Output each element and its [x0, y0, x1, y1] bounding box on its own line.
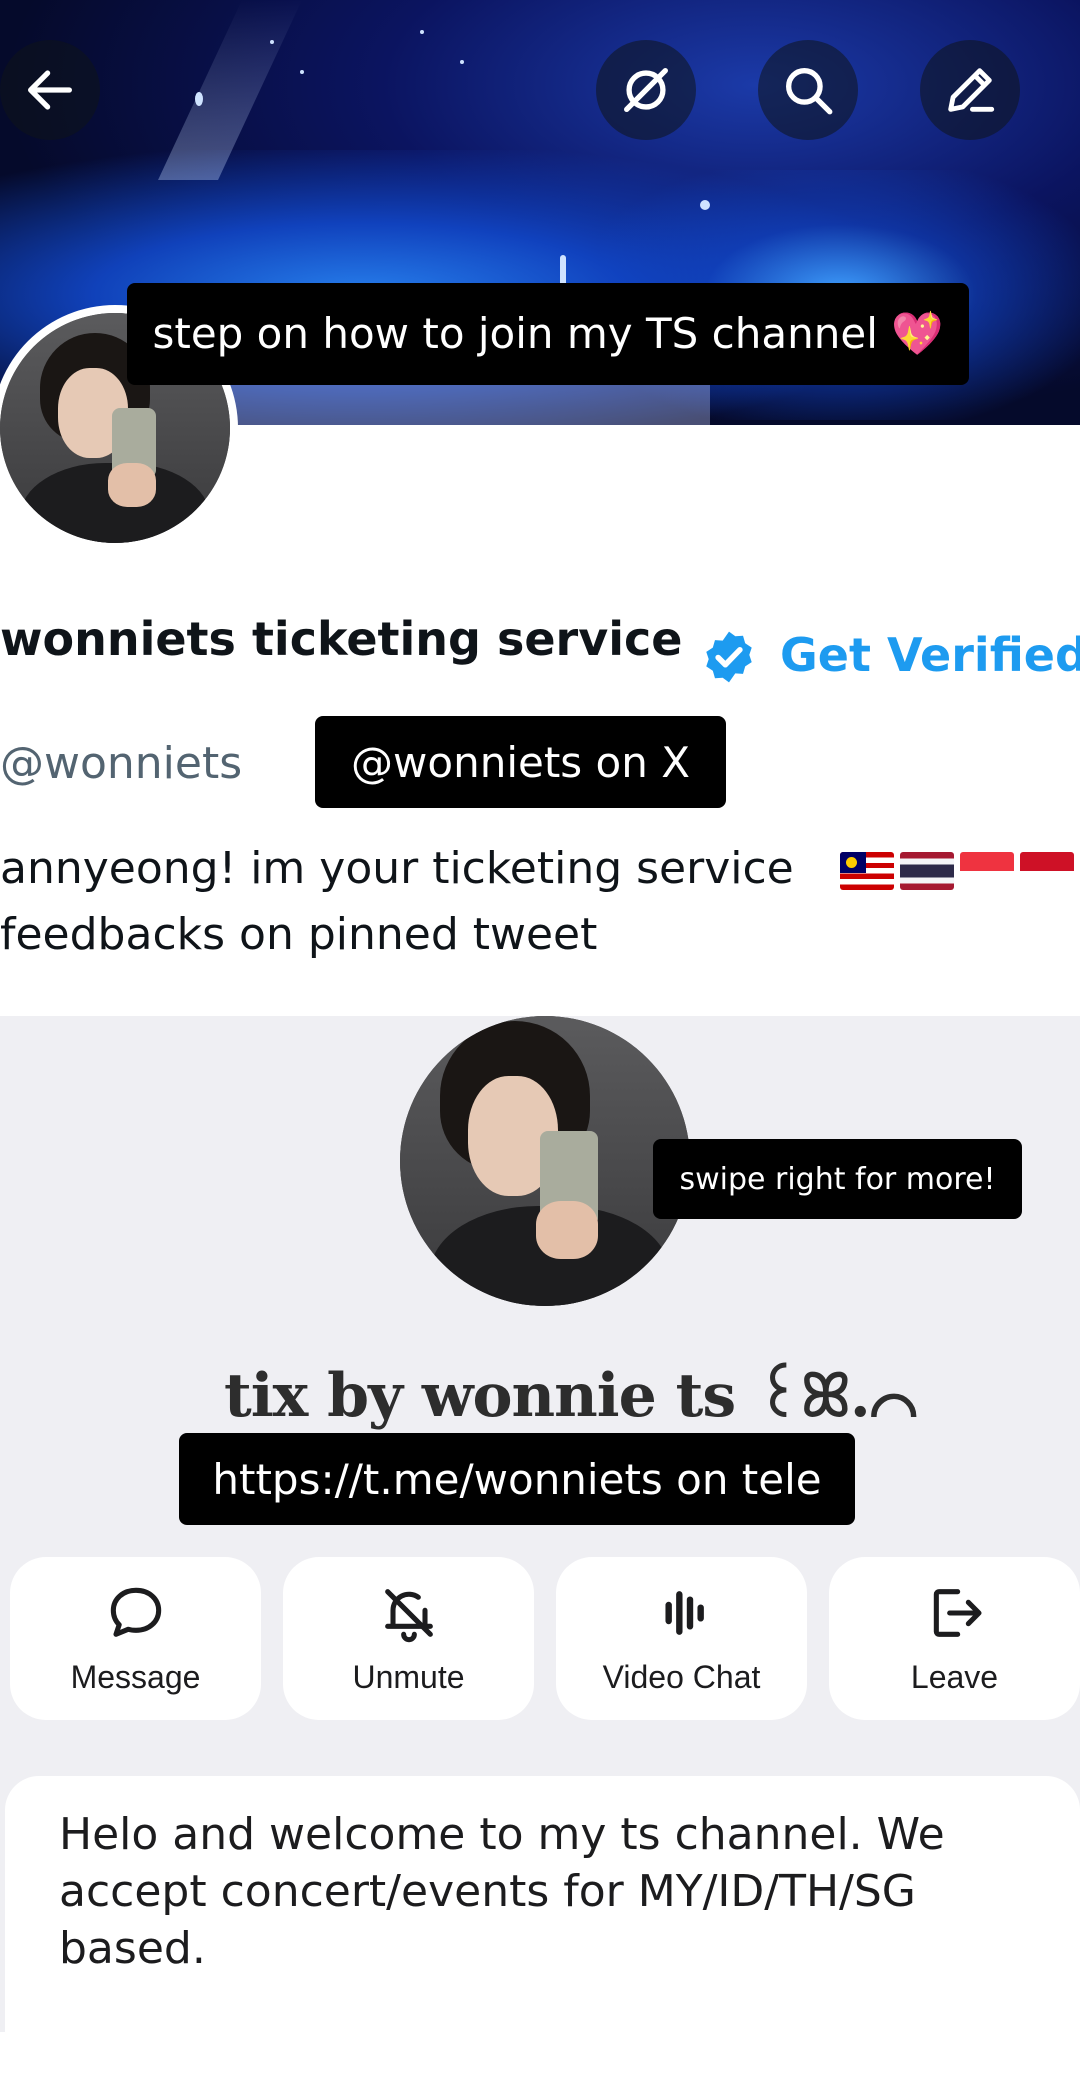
voice-bars-icon: [664, 1591, 704, 1635]
back-arrow-icon: [28, 70, 72, 110]
message-button[interactable]: Message: [10, 1557, 261, 1720]
search-button[interactable]: [758, 40, 858, 140]
channel-description: Helo and welcome to my ts channel. We ac…: [59, 1809, 945, 1974]
banner-light: [300, 70, 304, 74]
caption-overlay: swipe right for more!: [653, 1139, 1022, 1219]
banner-light: [420, 30, 424, 34]
bell-slash-icon: [384, 1589, 433, 1643]
grok-button[interactable]: [596, 40, 696, 140]
verified-badge-icon[interactable]: [700, 628, 758, 686]
caption-text: step on how to join my TS channel 💖: [152, 309, 944, 358]
edit-icon: [948, 68, 995, 112]
channel-avatar[interactable]: [400, 1016, 690, 1306]
bio-text-line2: feedbacks on pinned tweet: [0, 909, 598, 960]
leave-icon: [933, 1589, 982, 1637]
caption-overlay: @wonniets on X: [315, 716, 726, 808]
video-chat-button[interactable]: Video Chat: [556, 1557, 807, 1720]
video-chat-label: Video Chat: [602, 1659, 761, 1695]
channel-description-card: Helo and welcome to my ts channel. We ac…: [5, 1776, 1080, 2076]
thailand-flag-icon: [899, 852, 954, 890]
unmute-button[interactable]: Unmute: [283, 1557, 534, 1720]
get-verified-link[interactable]: Get Verified: [780, 628, 1080, 682]
profile-handle: @wonniets: [0, 738, 243, 789]
profile-bio: annyeong! im your ticketing service |: [0, 836, 1080, 902]
leave-button[interactable]: Leave: [829, 1557, 1080, 1720]
banner-light: [700, 200, 710, 210]
malaysia-flag-icon: [839, 852, 894, 890]
caption-text: swipe right for more!: [679, 1161, 996, 1197]
banner-light: [195, 92, 203, 106]
caption-text: https://t.me/wonniets on tele: [212, 1454, 822, 1504]
caption-overlay: step on how to join my TS channel 💖: [127, 283, 969, 385]
grok-icon: [624, 68, 668, 112]
back-button[interactable]: [0, 40, 100, 140]
message-bubble-icon: [110, 1587, 161, 1637]
search-icon: [786, 68, 833, 115]
banner-light: [270, 40, 274, 44]
caption-text: @wonniets on X: [351, 737, 690, 787]
banner-light: [460, 60, 464, 64]
profile-name: wonniets ticketing service: [0, 612, 683, 666]
message-label: Message: [70, 1659, 201, 1695]
edit-button[interactable]: [920, 40, 1020, 140]
bio-text: annyeong! im your ticketing service: [0, 843, 794, 894]
caption-overlay: https://t.me/wonniets on tele: [179, 1433, 855, 1525]
singapore-flag-icon: [959, 852, 1014, 890]
leave-label: Leave: [910, 1659, 999, 1695]
indonesia-flag-icon: [1019, 852, 1074, 890]
channel-title: tix by wonnie ts ꒰ꕤ.⌒: [224, 1361, 917, 1431]
unmute-label: Unmute: [352, 1659, 465, 1695]
